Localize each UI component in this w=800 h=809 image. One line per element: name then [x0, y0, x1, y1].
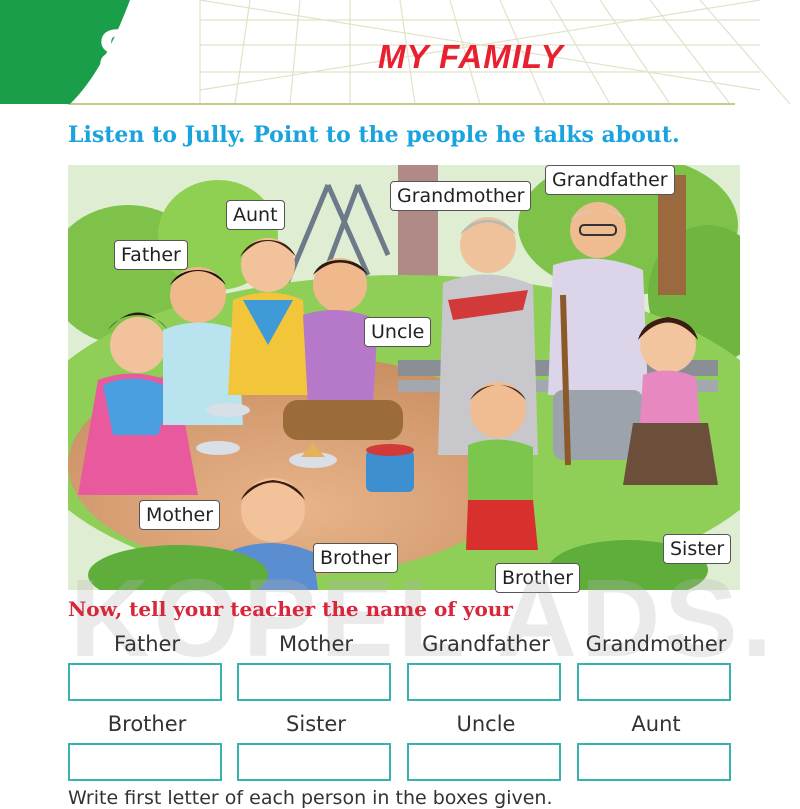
answer-box-aunt[interactable] [577, 743, 731, 781]
answer-box-father[interactable] [68, 663, 222, 701]
label-aunt: Aunt [226, 200, 285, 230]
instruction-text: Listen to Jully. Point to the people he … [68, 122, 680, 148]
label-grandmother: Grandmother [390, 181, 532, 211]
row2-label-3: Uncle [456, 712, 516, 736]
row1-label-2: Mother [278, 632, 354, 656]
answer-box-mother[interactable] [237, 663, 391, 701]
instruction-text-2: Now, tell your teacher the name of your [68, 597, 513, 621]
page-title: MY FAMILY [378, 38, 564, 75]
chapter-number: 8 [98, 15, 137, 93]
footer-instruction: Write first letter of each person in the… [68, 787, 553, 809]
row1-label-4: Grandmother [585, 632, 727, 656]
answer-box-uncle[interactable] [407, 743, 561, 781]
answer-box-grandmother[interactable] [577, 663, 731, 701]
answer-box-grandfather[interactable] [407, 663, 561, 701]
row1-label-1: Father [113, 632, 181, 656]
label-uncle: Uncle [364, 317, 432, 347]
family-picnic-illustration: Father Aunt Grandmother Grandfather Uncl… [68, 165, 740, 593]
page-header: 8 MY FAMILY [0, 0, 800, 108]
answer-box-brother[interactable] [68, 743, 222, 781]
answer-box-sister[interactable] [237, 743, 391, 781]
label-mother: Mother [139, 500, 221, 530]
row1-label-3: Grandfather [422, 632, 550, 656]
label-father: Father [114, 240, 188, 270]
row2-label-2: Sister [286, 712, 346, 736]
label-grandfather: Grandfather [545, 165, 675, 195]
row2-label-1: Brother [107, 712, 187, 736]
row2-label-4: Aunt [631, 712, 681, 736]
